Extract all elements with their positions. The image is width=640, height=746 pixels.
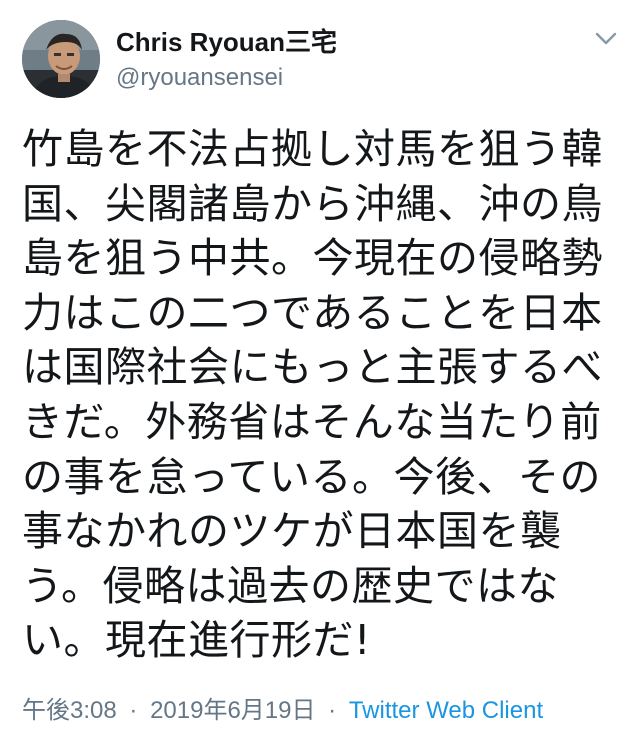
- display-name[interactable]: Chris Ryouan三宅: [116, 26, 337, 58]
- avatar-image: [22, 20, 100, 98]
- tweet-card: Chris Ryouan三宅 @ryouansensei 竹島を不法占拠し対馬を…: [0, 0, 640, 746]
- user-handle[interactable]: @ryouansensei: [116, 62, 337, 94]
- tweet-time[interactable]: 午後3:08: [22, 697, 117, 724]
- tweet-source-link[interactable]: Twitter Web Client: [349, 697, 543, 724]
- tweet-date[interactable]: 2019年6月19日: [150, 697, 315, 724]
- tweet-header: Chris Ryouan三宅 @ryouansensei: [22, 20, 620, 104]
- author-block: Chris Ryouan三宅 @ryouansensei: [116, 26, 337, 94]
- meta-separator-2: ·: [328, 697, 337, 724]
- tweet-text: 竹島を不法占拠し対馬を狙う韓国、尖閣諸島から沖縄、沖の鳥島を狙う中共。今現在の侵…: [22, 125, 603, 665]
- avatar[interactable]: [22, 20, 100, 98]
- meta-separator: ·: [129, 697, 138, 724]
- tweet-meta: 午後3:08 · 2019年6月19日 · Twitter Web Client: [22, 694, 543, 728]
- chevron-down-icon[interactable]: [592, 28, 620, 48]
